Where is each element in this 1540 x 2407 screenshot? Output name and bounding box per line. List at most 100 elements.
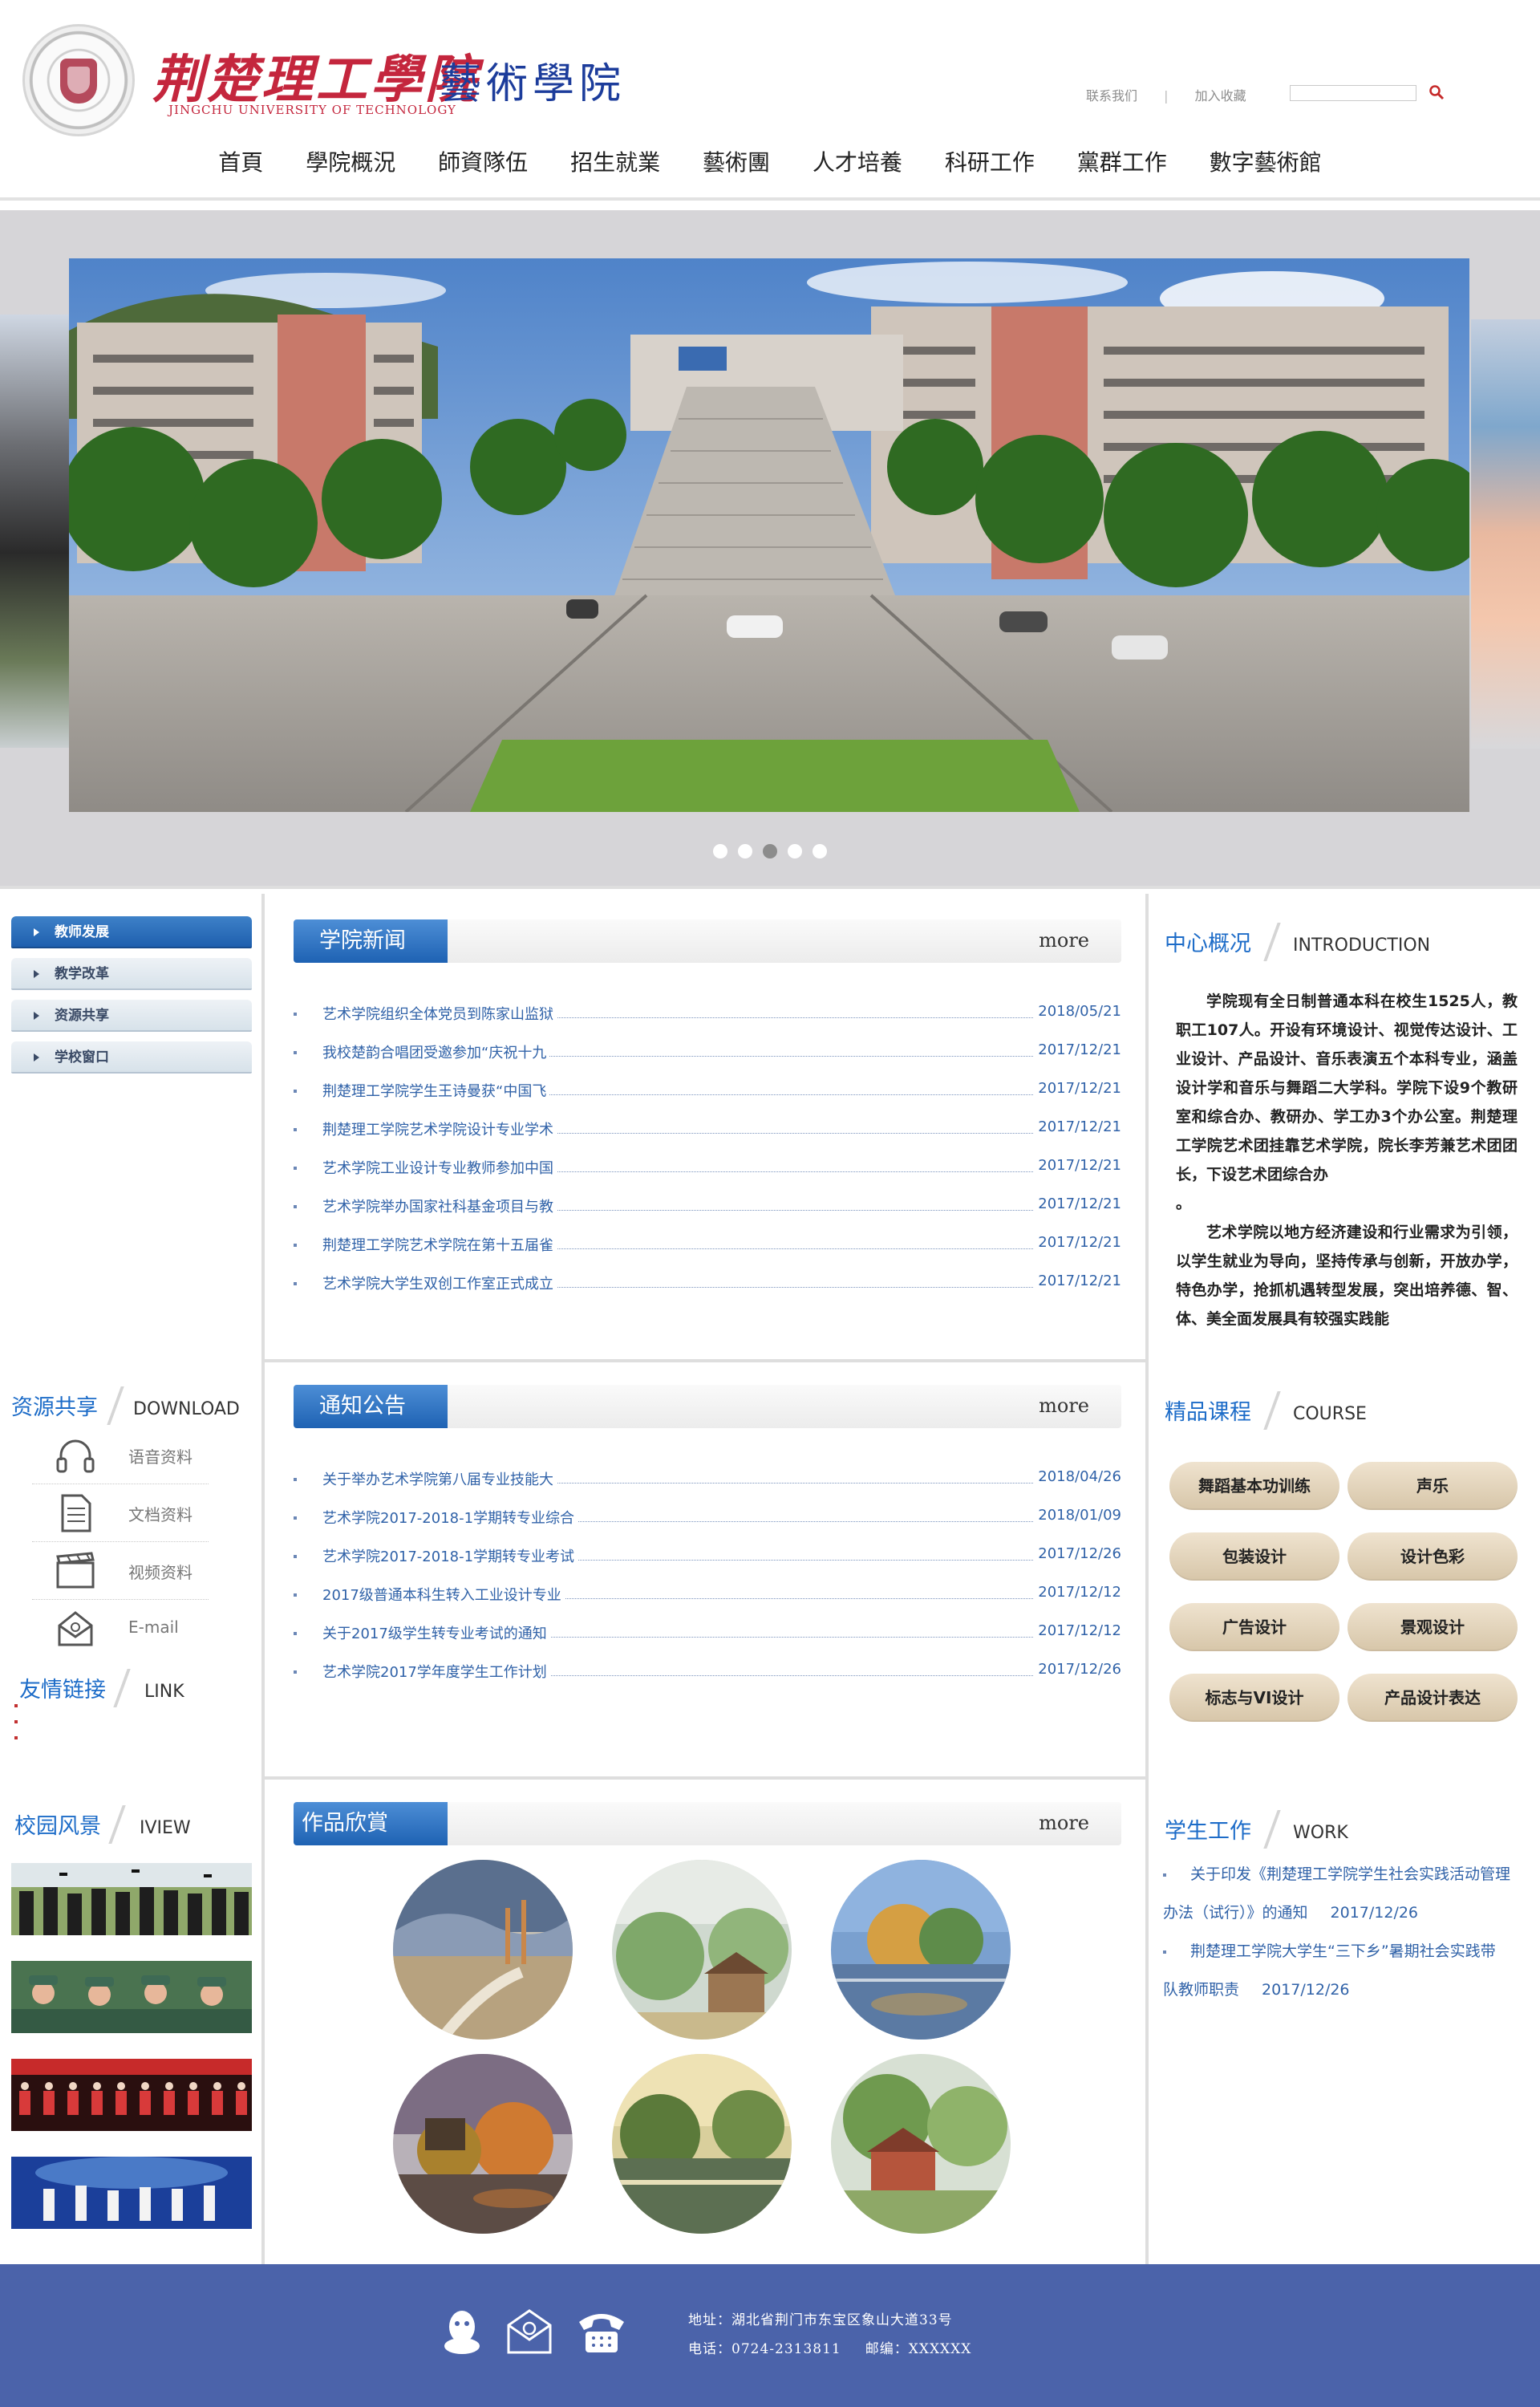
news-item[interactable]: 艺术学院组织全体党员到陈家山监狱 2018/05/21	[294, 996, 1121, 1035]
list-bullet	[1163, 1873, 1166, 1877]
list-bullet	[294, 1670, 297, 1674]
section-title-en: LINK	[144, 1682, 184, 1702]
banner-carousel	[0, 210, 1540, 886]
carousel-dot-1[interactable]	[712, 844, 727, 858]
nav-college-overview[interactable]: 學院概況	[306, 144, 395, 181]
banner-campus-photo[interactable]	[69, 258, 1469, 812]
section-title-cn: 友情链接	[19, 1678, 106, 1703]
footer-address: 地址：湖北省荆门市东宝区象山大道33号	[688, 2312, 953, 2328]
carousel-dot-3[interactable]	[763, 844, 777, 858]
course-button[interactable]: 舞蹈基本功训练	[1169, 1462, 1339, 1510]
news-item[interactable]: 艺术学院举办国家社科基金项目与教 2017/12/21	[294, 1189, 1121, 1228]
download-item-document[interactable]: 文档资料	[32, 1484, 209, 1542]
notice-tab[interactable]: 通知公告	[294, 1385, 448, 1428]
news-item[interactable]: 荆楚理工学院学生王诗曼获“中国飞 2017/12/21	[294, 1074, 1121, 1112]
link-bullet[interactable]	[14, 1736, 18, 1739]
search-button[interactable]	[1428, 83, 1447, 103]
course-button[interactable]: 标志与VI设计	[1169, 1674, 1339, 1722]
nav-research[interactable]: 科研工作	[945, 144, 1035, 181]
nav-art-troupe[interactable]: 藝術團	[703, 144, 770, 181]
download-section-header: 资源共享 DOWNLOAD	[11, 1386, 252, 1425]
course-button[interactable]: 包装设计	[1169, 1532, 1339, 1581]
news-item[interactable]: 关于2017级学生转专业考试的通知 2017/12/12	[294, 1616, 1121, 1654]
nav-digital-gallery[interactable]: 數字藝術館	[1210, 144, 1322, 181]
notice-more-link[interactable]: more	[1039, 1394, 1089, 1417]
download-item-audio[interactable]: 语音资料	[32, 1427, 209, 1484]
phone-icon[interactable]	[574, 2306, 629, 2357]
carousel-dot-5[interactable]	[813, 844, 828, 858]
university-seal-logo[interactable]	[22, 24, 135, 136]
carousel-dot-4[interactable]	[788, 844, 803, 858]
artwork-thumbnail[interactable]	[831, 2054, 1011, 2234]
campus-photo-military-training[interactable]	[11, 1961, 252, 2033]
main-content: 教师发展 教学改革 资源共享 学校窗口 资源共享 DOWNLOAD 语音资料 文…	[0, 886, 1540, 2264]
student-work-item-continued[interactable]: 队教师职责 2017/12/26	[1163, 1971, 1524, 2009]
search-input[interactable]	[1290, 85, 1416, 101]
campus-photo-dance-performance[interactable]	[11, 2157, 252, 2229]
add-favorite-link[interactable]: 加入收藏	[1195, 85, 1246, 104]
news-item-date: 2017/12/26	[1035, 1661, 1121, 1678]
triangle-bullet-icon	[34, 928, 39, 936]
news-list: 艺术学院组织全体党员到陈家山监狱 2018/05/21 我校楚韵合唱团受邀参加“庆祝…	[294, 996, 1121, 1305]
artwork-thumbnail[interactable]	[612, 2054, 792, 2234]
campus-photo-graduation[interactable]	[11, 1863, 252, 1935]
student-work-item-continued[interactable]: 办法（试行）》的通知 2017/12/26	[1163, 1894, 1524, 1932]
news-item[interactable]: 关于举办艺术学院第八届专业技能大 2018/04/26	[294, 1462, 1121, 1500]
sidebar-item-resource-sharing[interactable]: 资源共享	[11, 1000, 252, 1032]
email-icon[interactable]	[502, 2306, 557, 2357]
banner-prev-slide-preview[interactable]	[0, 315, 69, 748]
college-name-logo[interactable]: 藝術學院	[440, 50, 626, 110]
news-item-title: 艺术学院2017-2018-1学期转专业综合	[322, 1507, 578, 1528]
artwork-thumbnail[interactable]	[831, 1860, 1011, 2040]
works-more-link[interactable]: more	[1039, 1812, 1089, 1834]
document-icon	[53, 1491, 98, 1536]
works-tab[interactable]: 作品欣賞	[294, 1802, 448, 1845]
news-item-title: 艺术学院大学生双创工作室正式成立	[322, 1273, 557, 1293]
news-item-title: 我校楚韵合唱团受邀参加“庆祝十九	[322, 1041, 550, 1062]
carousel-dot-2[interactable]	[737, 844, 752, 858]
artwork-thumbnail[interactable]	[393, 2054, 573, 2234]
news-item-title: 艺术学院工业设计专业教师参加中国	[322, 1157, 557, 1178]
news-item[interactable]: 我校楚韵合唱团受邀参加“庆祝十九 2017/12/21	[294, 1035, 1121, 1074]
nav-talent-training[interactable]: 人才培養	[813, 144, 902, 181]
campus-photo-choir[interactable]	[11, 2059, 252, 2131]
news-item[interactable]: 艺术学院2017-2018-1学期转专业综合 2018/01/09	[294, 1500, 1121, 1539]
course-button[interactable]: 设计色彩	[1348, 1532, 1518, 1581]
news-more-link[interactable]: more	[1039, 929, 1089, 952]
news-item[interactable]: 荆楚理工学院艺术学院在第十五届雀 2017/12/21	[294, 1228, 1121, 1266]
banner-next-slide-preview[interactable]	[1471, 319, 1540, 749]
intro-section-header: 中心概况 INTRODUCTION	[1165, 923, 1518, 961]
download-item-label: 文档资料	[128, 1505, 192, 1524]
link-bullet[interactable]	[14, 1720, 18, 1723]
download-item-video[interactable]: 视频资料	[32, 1542, 209, 1600]
university-name-logo[interactable]: 荆楚理工學院	[152, 39, 480, 112]
download-item-email[interactable]: E-mail	[32, 1600, 209, 1658]
news-item[interactable]: 艺术学院2017学年度学生工作计划 2017/12/26	[294, 1654, 1121, 1693]
artwork-thumbnail[interactable]	[393, 1860, 573, 2040]
student-work-item[interactable]: 荆楚理工学院大学生“三下乡”暑期社会实践带	[1163, 1932, 1524, 1971]
nav-party-work[interactable]: 黨群工作	[1077, 144, 1167, 181]
news-item[interactable]: 艺术学院大学生双创工作室正式成立 2017/12/21	[294, 1266, 1121, 1305]
news-item-title: 关于2017级学生转专业考试的通知	[322, 1622, 550, 1643]
nav-home[interactable]: 首頁	[218, 144, 263, 181]
sidebar-item-school-window[interactable]: 学校窗口	[11, 1041, 252, 1074]
course-button[interactable]: 声乐	[1348, 1462, 1518, 1510]
news-item[interactable]: 2017级普通本科生转入工业设计专业 2017/12/12	[294, 1577, 1121, 1616]
course-button[interactable]: 景观设计	[1348, 1603, 1518, 1651]
news-item[interactable]: 艺术学院工业设计专业教师参加中国 2017/12/21	[294, 1151, 1121, 1189]
student-work-item[interactable]: 关于印发《荆楚理工学院学生社会实践活动管理	[1163, 1855, 1524, 1894]
contact-us-link[interactable]: 联系我们	[1086, 85, 1137, 104]
nav-admissions[interactable]: 招生就業	[570, 144, 660, 181]
news-item[interactable]: 艺术学院2017-2018-1学期转专业考试 2017/12/26	[294, 1539, 1121, 1577]
news-tab[interactable]: 学院新闻	[294, 919, 448, 963]
course-button[interactable]: 产品设计表达	[1348, 1674, 1518, 1722]
link-bullet[interactable]	[14, 1704, 18, 1707]
artwork-thumbnail[interactable]	[612, 1860, 792, 2040]
news-item-title: 艺术学院组织全体党员到陈家山监狱	[322, 1003, 557, 1024]
qq-icon[interactable]	[435, 2306, 489, 2357]
news-item[interactable]: 荆楚理工学院艺术学院设计专业学术 2017/12/21	[294, 1112, 1121, 1151]
course-button[interactable]: 广告设计	[1169, 1603, 1339, 1651]
sidebar-item-teacher-development[interactable]: 教师发展	[11, 916, 252, 948]
sidebar-item-teaching-reform[interactable]: 教学改革	[11, 958, 252, 990]
nav-faculty[interactable]: 師資隊伍	[438, 144, 528, 181]
